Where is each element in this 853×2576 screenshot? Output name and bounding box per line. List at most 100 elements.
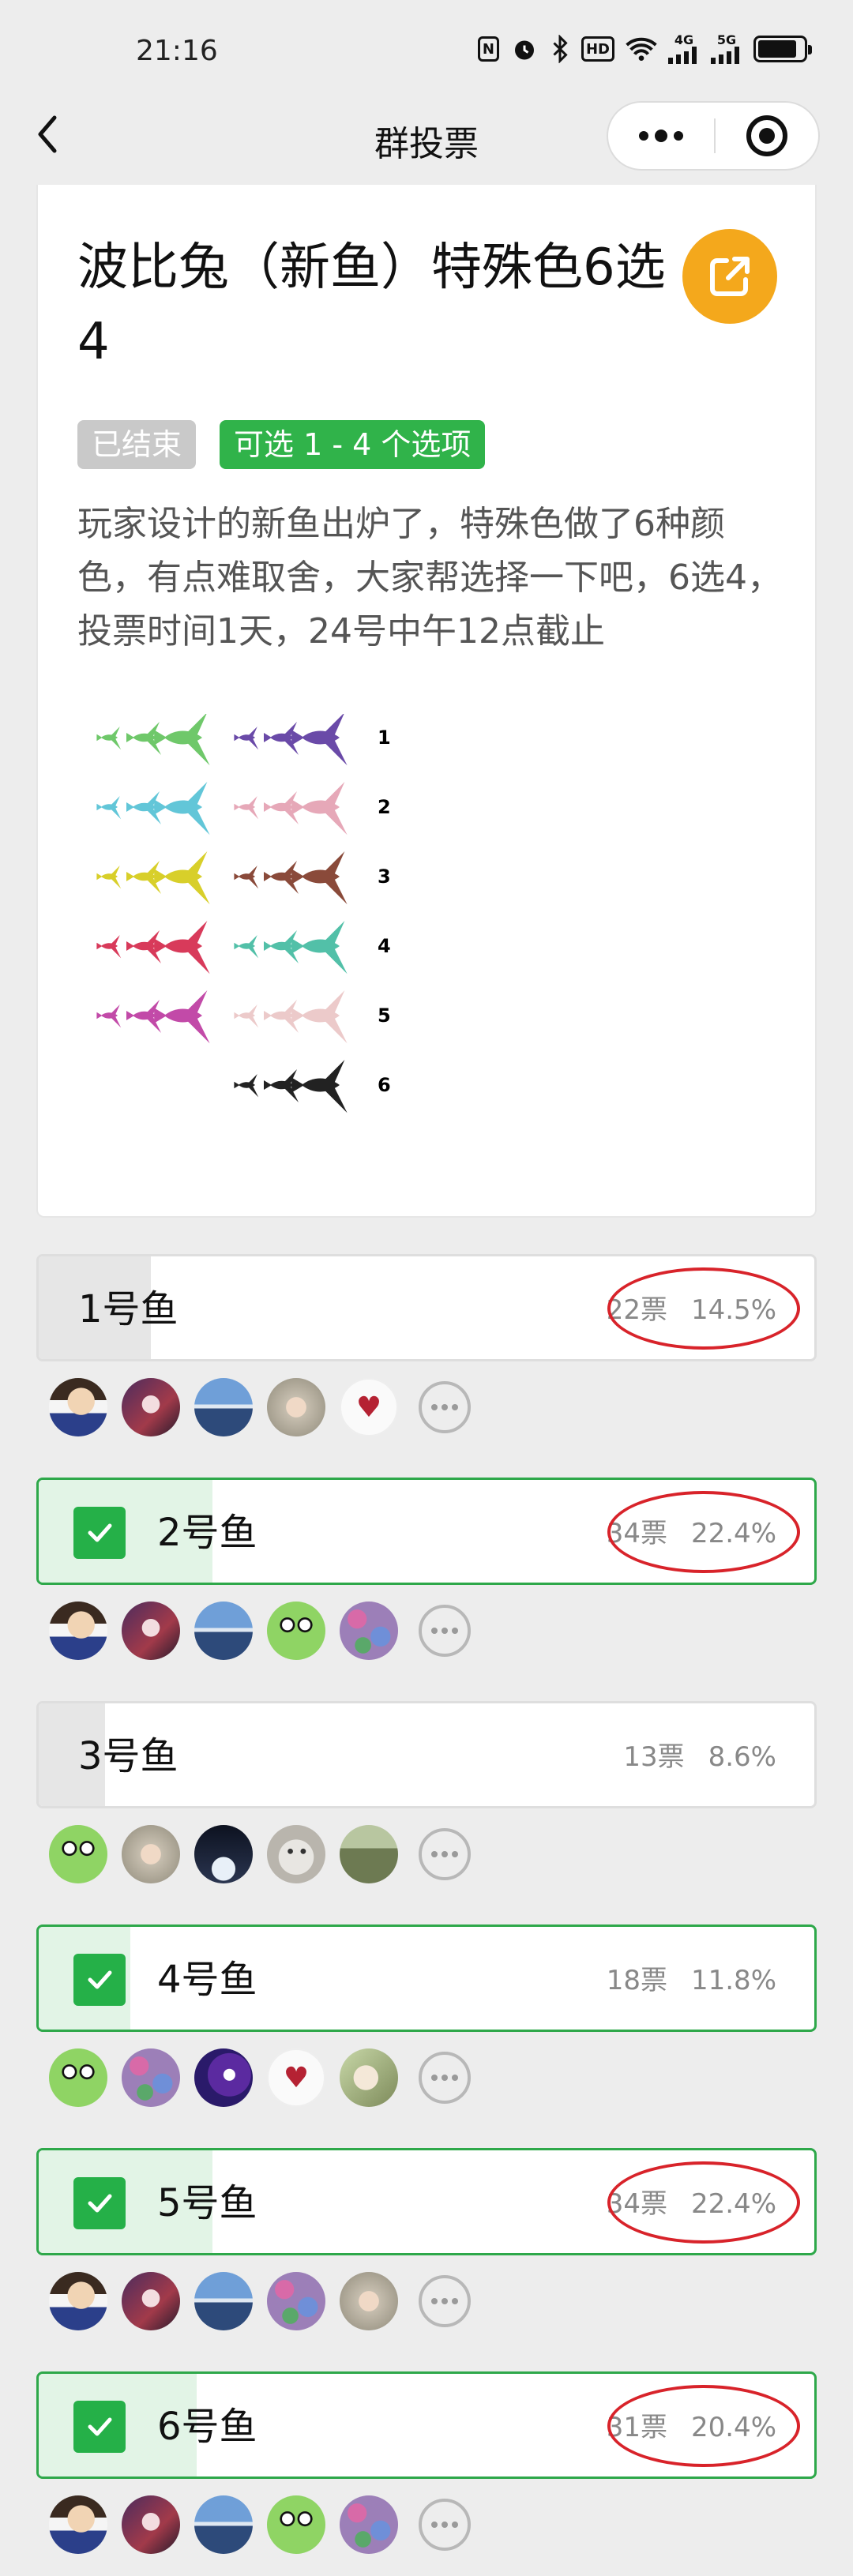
avatar-sky[interactable] [194, 2272, 253, 2330]
option-percent: 11.8% [690, 1965, 776, 1996]
fish-image-label: 6 [378, 1074, 391, 1096]
voter-avatars [49, 1825, 471, 1883]
avatar-girl[interactable] [267, 1378, 325, 1436]
avatar-anime[interactable] [122, 1378, 180, 1436]
voter-avatars [49, 1602, 471, 1660]
voter-avatars: ♥ [49, 1378, 471, 1436]
status-badge: 已结束 [77, 420, 197, 469]
share-icon [710, 257, 750, 296]
target-close-icon [746, 115, 787, 156]
more-voters-icon[interactable] [419, 2275, 471, 2327]
close-button[interactable] [716, 103, 818, 169]
nav-bar: 群投票 [0, 87, 853, 185]
more-dots-icon[interactable] [608, 103, 714, 169]
voter-avatars: ♥ [49, 2048, 471, 2107]
avatar-sky[interactable] [194, 2495, 253, 2554]
more-voters-icon[interactable] [419, 2499, 471, 2551]
avatar-heart[interactable]: ♥ [267, 2048, 325, 2107]
option-votes: 13票 [623, 1741, 685, 1773]
more-voters-icon[interactable] [419, 2052, 471, 2104]
hd-icon: HD [581, 36, 614, 62]
more-voters-icon[interactable] [419, 1828, 471, 1880]
avatar-frog[interactable] [267, 1602, 325, 1660]
option-label: 2号鱼 [157, 1511, 257, 1555]
option-percent: 8.6% [708, 1741, 776, 1773]
option-label: 1号鱼 [78, 1287, 178, 1331]
option-3[interactable]: 3号鱼 13票 8.6% [36, 1701, 817, 1808]
poll-tags: 已结束 可选 1 - 4 个选项 [77, 420, 486, 469]
avatar-boy[interactable] [49, 1602, 107, 1660]
avatar-snow[interactable] [340, 2048, 398, 2107]
signal-4g-icon: 4G [668, 33, 700, 65]
share-button[interactable] [682, 229, 777, 324]
avatar-anime[interactable] [122, 2495, 180, 2554]
voter-avatars [49, 2272, 471, 2330]
option-5[interactable]: 5号鱼 34票 22.4% [36, 2148, 817, 2255]
avatar-girl[interactable] [122, 1825, 180, 1883]
bluetooth-icon [550, 33, 570, 65]
battery-icon [753, 36, 812, 62]
avatar-frog[interactable] [49, 2048, 107, 2107]
avatar-frog[interactable] [49, 1825, 107, 1883]
option-2[interactable]: 2号鱼 34票 22.4% [36, 1478, 817, 1585]
mini-program-capsule [607, 101, 820, 171]
red-circle-annotation [607, 2385, 800, 2467]
checkmark-icon [73, 2177, 126, 2229]
poll-card: 波比兔（新鱼）特殊色6选4 已结束 可选 1 - 4 个选项 玩家设计的新鱼出炉… [36, 185, 817, 1218]
option-votes: 18票 [606, 1965, 667, 1996]
avatar-flower[interactable] [122, 2048, 180, 2107]
option-label: 4号鱼 [157, 1958, 257, 2002]
option-1[interactable]: 1号鱼 22票 14.5% [36, 1254, 817, 1361]
nfc-icon: N [477, 36, 499, 62]
avatar-frog[interactable] [267, 2495, 325, 2554]
poll-title: 波比兔（新鱼）特殊色6选4 [77, 238, 666, 371]
status-time: 21:16 [136, 35, 218, 67]
option-stats: 13票 8.6% [623, 1738, 776, 1776]
rule-badge: 可选 1 - 4 个选项 [220, 420, 486, 469]
avatar-boy[interactable] [49, 2495, 107, 2554]
avatar-ball[interactable] [194, 2048, 253, 2107]
avatar-sky[interactable] [194, 1378, 253, 1436]
option-6[interactable]: 6号鱼 31票 20.4% [36, 2371, 817, 2479]
avatar-cat[interactable] [267, 1825, 325, 1883]
option-4[interactable]: 4号鱼 18票 11.8% [36, 1924, 817, 2032]
avatar-boy[interactable] [49, 1378, 107, 1436]
signal-5g-icon: 5G [711, 33, 742, 65]
avatar-flower[interactable] [340, 1602, 398, 1660]
avatar-anime[interactable] [122, 2272, 180, 2330]
avatar-flower[interactable] [267, 2272, 325, 2330]
more-voters-icon[interactable] [419, 1381, 471, 1433]
avatar-anime[interactable] [122, 1602, 180, 1660]
avatar-sky[interactable] [194, 1602, 253, 1660]
status-icons: N HD 4G 5G [477, 32, 812, 66]
fish-image-label: 1 [378, 727, 391, 749]
red-circle-annotation [607, 1491, 800, 1573]
option-label: 5号鱼 [157, 2181, 257, 2225]
option-stats: 18票 11.8% [607, 1962, 776, 2000]
red-circle-annotation [607, 2161, 800, 2244]
voter-avatars [49, 2495, 471, 2554]
signal-5g-label: 5G [716, 32, 737, 47]
checkmark-icon [73, 2401, 126, 2453]
wifi-icon [626, 33, 657, 65]
checkmark-icon [73, 1954, 126, 2006]
more-voters-icon[interactable] [419, 1605, 471, 1657]
fish-image-label: 3 [378, 866, 391, 888]
fish-color-variants-image: 1 2 3 4 5 6 [96, 714, 391, 1113]
avatar-boy[interactable] [49, 2272, 107, 2330]
option-label: 6号鱼 [157, 2405, 257, 2449]
signal-4g-label: 4G [674, 32, 694, 47]
poll-description: 玩家设计的新鱼出炉了，特殊色做了6种颜色，有点难取舍，大家帮选择一下吧，6选4，… [77, 504, 782, 652]
avatar-night[interactable] [194, 1825, 253, 1883]
fish-image-label: 4 [378, 935, 391, 957]
fish-image-label: 5 [378, 1004, 391, 1027]
avatar-heart[interactable]: ♥ [340, 1378, 398, 1436]
alarm-icon [510, 33, 539, 65]
option-label: 3号鱼 [78, 1734, 178, 1778]
checkmark-icon [73, 1507, 126, 1559]
fish-image-label: 2 [378, 796, 391, 818]
avatar-garden[interactable] [340, 1825, 398, 1883]
avatar-flower[interactable] [340, 2495, 398, 2554]
avatar-girl[interactable] [340, 2272, 398, 2330]
red-circle-annotation [607, 1267, 800, 1350]
